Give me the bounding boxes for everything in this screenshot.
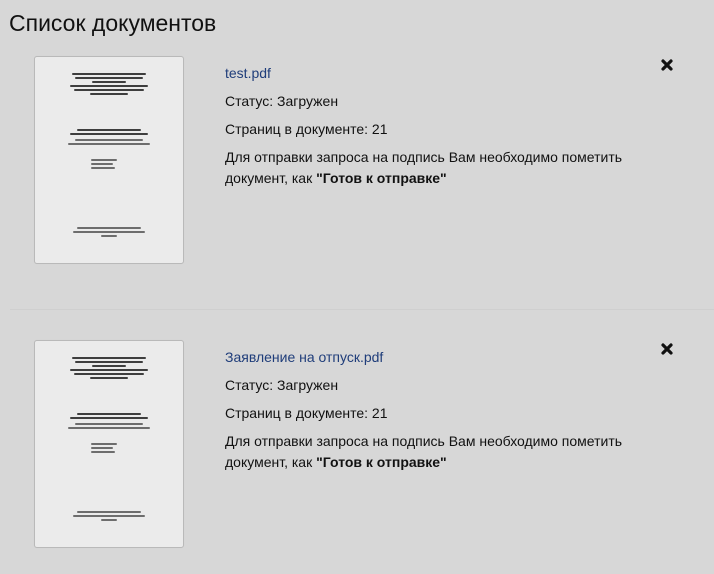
document-thumbnail[interactable] [34, 56, 184, 264]
delete-document-button[interactable] [657, 339, 677, 359]
document-info: test.pdf Статус: Загружен Страниц в доку… [225, 63, 695, 189]
page-title: Список документов [9, 10, 217, 36]
document-signing-note: Для отправки запроса на подпись Вам необ… [225, 431, 665, 473]
document-separator [10, 309, 714, 310]
document-file-link[interactable]: Заявление на отпуск.pdf [225, 347, 383, 367]
document-thumbnail[interactable] [34, 340, 184, 548]
document-file-link[interactable]: test.pdf [225, 63, 271, 83]
document-page-count: Страниц в документе: 21 [225, 121, 388, 137]
document-page-count: Страниц в документе: 21 [225, 405, 388, 421]
document-info: Заявление на отпуск.pdf Статус: Загружен… [225, 347, 695, 473]
ready-to-send-label: "Готов к отправке" [316, 170, 447, 186]
document-status: Статус: Загружен [225, 377, 339, 393]
document-signing-note: Для отправки запроса на подпись Вам необ… [225, 147, 665, 189]
document-status: Статус: Загружен [225, 93, 339, 109]
close-icon [660, 342, 674, 356]
ready-to-send-label: "Готов к отправке" [316, 454, 447, 470]
document-card: Заявление на отпуск.pdf Статус: Загружен… [0, 329, 714, 549]
document-card: test.pdf Статус: Загружен Страниц в доку… [0, 45, 714, 265]
delete-document-button[interactable] [657, 55, 677, 75]
close-icon [660, 58, 674, 72]
